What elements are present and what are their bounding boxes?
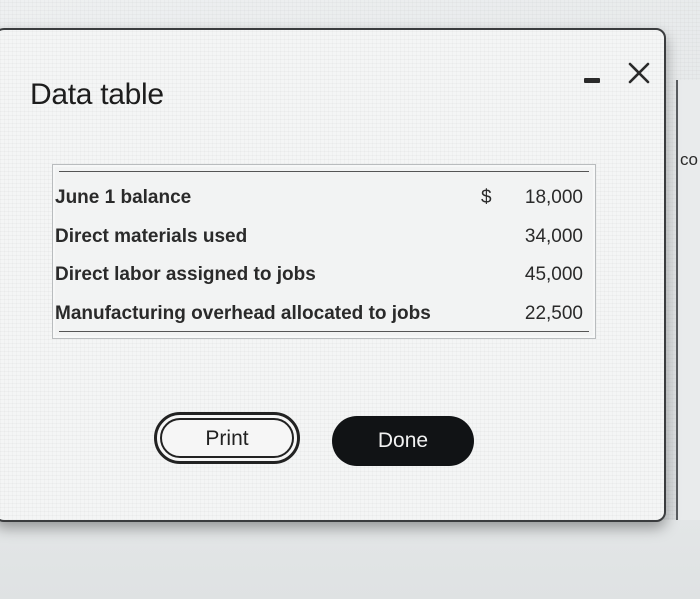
row-value: 34,000 (524, 225, 583, 247)
table-rows: June 1 balance $ 18,000 Direct materials… (53, 179, 595, 333)
print-button-label: Print (205, 427, 249, 450)
data-table-dialog: Data table June 1 balance $ 18,000 Direc… (0, 28, 666, 522)
background-window-edge (676, 80, 700, 520)
row-label: Direct labor assigned to jobs (55, 264, 316, 285)
table-row: Direct materials used 34,000 (53, 218, 595, 257)
table-top-rule (59, 171, 589, 172)
table-row: Manufacturing overhead allocated to jobs… (53, 295, 595, 334)
currency-symbol: $ (481, 187, 492, 208)
row-label: Manufacturing overhead allocated to jobs (55, 302, 431, 324)
done-button[interactable]: Done (332, 416, 474, 466)
done-button-label: Done (377, 429, 429, 452)
print-button[interactable]: Print (154, 412, 300, 464)
table-bottom-rule (59, 331, 589, 332)
minimize-button[interactable] (580, 66, 606, 92)
table-row: June 1 balance $ 18,000 (53, 179, 595, 218)
dialog-title: Data table (30, 78, 164, 111)
table-row: Direct labor assigned to jobs 45,000 (53, 256, 595, 295)
row-value: 45,000 (524, 264, 583, 285)
row-value: 18,000 (524, 187, 583, 208)
row-value: 22,500 (524, 302, 583, 324)
background-text-fragment: co (680, 150, 698, 169)
data-table: June 1 balance $ 18,000 Direct materials… (52, 164, 596, 339)
row-label: Direct materials used (55, 225, 248, 247)
background-area (0, 520, 700, 599)
minimize-icon (584, 78, 600, 83)
row-label: June 1 balance (55, 187, 192, 208)
close-icon (628, 62, 650, 84)
close-button[interactable] (624, 58, 654, 88)
